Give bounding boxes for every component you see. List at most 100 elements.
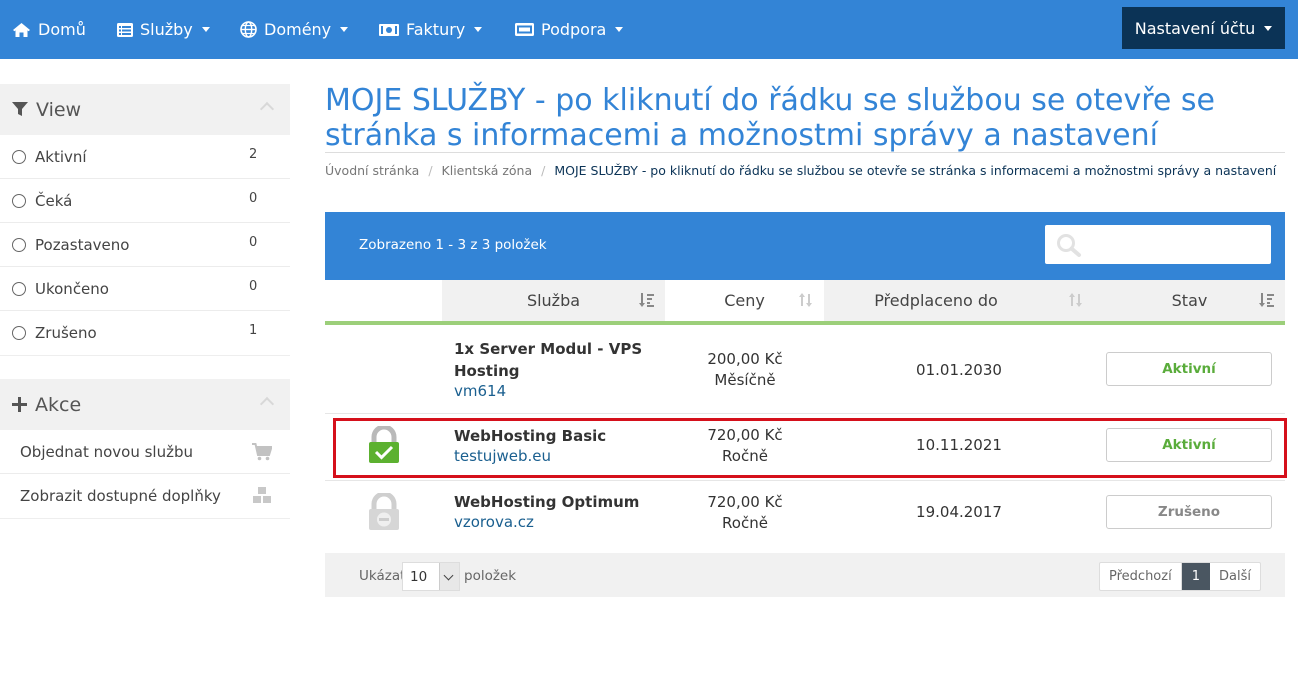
breadcrumb-current: MOJE SLUŽBY - po kliknutí do řádku se sl… (554, 163, 1277, 178)
filter-icon (12, 102, 28, 116)
list-icon (117, 22, 133, 37)
actions-panel: Akce Objednat novou službu Zobrazit dost… (0, 379, 290, 519)
view-panel-title: View (36, 98, 82, 121)
paid-until-date: 19.04.2017 (916, 503, 1002, 521)
show-label: Ukázat (359, 568, 406, 584)
prev-page-button[interactable]: Předchozí (1100, 563, 1182, 590)
column-header-price[interactable]: Ceny (665, 280, 824, 325)
nav-domains-label: Domény (264, 20, 332, 39)
chevron-down-icon (615, 27, 624, 32)
chevron-down-icon (474, 27, 483, 32)
sort-desc-icon (1259, 293, 1274, 307)
actions-panel-header[interactable]: Akce (0, 379, 290, 430)
chevron-down-icon (201, 27, 210, 32)
table-toolbar: Zobrazeno 1 - 3 z 3 položek (325, 212, 1285, 280)
column-header-paid-until[interactable]: Předplaceno do (824, 280, 1094, 325)
chevron-down-icon[interactable] (439, 563, 459, 590)
radio-button[interactable] (12, 193, 26, 208)
filter-label: Pozastaveno (35, 235, 130, 254)
next-page-button[interactable]: Další (1210, 563, 1260, 590)
table-row[interactable]: WebHosting Optimum vzorova.cz 720,00 Kč … (325, 481, 1285, 553)
lock-cancelled-icon (369, 493, 399, 530)
action-label: Zobrazit dostupné doplňky (20, 487, 221, 505)
filter-count: 0 (249, 279, 258, 294)
cubes-icon (253, 487, 271, 503)
filter-active[interactable]: Aktivní 2 (0, 135, 290, 179)
nav-support-label: Podpora (541, 20, 607, 39)
status-badge[interactable]: Zrušeno (1106, 495, 1272, 529)
radio-button[interactable] (12, 149, 26, 164)
top-navbar: Domů Služby Domény Faktury Podpora Nasta… (0, 0, 1298, 59)
billing-cycle: Ročně (722, 514, 768, 532)
nav-support[interactable]: Podpora (515, 0, 624, 59)
pagination: Předchozí 1 Další (1099, 562, 1261, 591)
sort-icon (1069, 293, 1082, 307)
column-header-label: Předplaceno do (874, 291, 998, 310)
price-amount: 200,00 Kč (707, 350, 783, 368)
service-domain[interactable]: vm614 (454, 382, 506, 400)
chevron-up-icon[interactable] (259, 101, 275, 117)
column-header-service[interactable]: Služba (442, 280, 665, 325)
nav-home[interactable]: Domů (12, 0, 86, 59)
items-label: položek (464, 568, 517, 584)
chevron-down-icon (1264, 25, 1273, 31)
view-panel: View Aktivní 2 Čeká 0 Pozastaveno 0 Ukon… (0, 84, 290, 356)
nav-invoices[interactable]: Faktury (379, 0, 483, 59)
paid-until-date: 01.01.2030 (916, 361, 1002, 379)
column-header-label: Ceny (724, 291, 765, 310)
radio-button[interactable] (12, 281, 26, 296)
sort-icon (799, 293, 812, 307)
breadcrumb-home[interactable]: Úvodní stránka (325, 163, 419, 178)
radio-button[interactable] (12, 237, 26, 252)
nav-services-label: Služby (140, 20, 193, 39)
table-header-icon-column (325, 280, 442, 325)
divider (325, 152, 1285, 153)
column-header-label: Stav (1171, 291, 1208, 310)
chevron-up-icon[interactable] (259, 396, 275, 412)
service-domain[interactable]: vzorova.cz (454, 513, 534, 531)
filter-count: 1 (249, 323, 258, 338)
chevron-down-icon (340, 27, 349, 32)
price-amount: 720,00 Kč (707, 493, 783, 511)
radio-button[interactable] (12, 326, 26, 340)
view-panel-header[interactable]: View (0, 84, 290, 135)
page-1-button[interactable]: 1 (1181, 563, 1210, 590)
service-name: 1x Server Modul - VPS Hosting (454, 338, 642, 382)
filter-pending[interactable]: Čeká 0 (0, 179, 290, 223)
filter-label: Čeká (35, 191, 73, 210)
status-badge[interactable]: Aktivní (1106, 352, 1272, 386)
support-icon (515, 23, 534, 36)
breadcrumb-client-zone[interactable]: Klientská zóna (442, 163, 533, 178)
table-footer: Ukázat 10 položek Předchozí 1 Další (325, 553, 1285, 597)
column-header-status[interactable]: Stav (1094, 280, 1285, 325)
globe-icon (240, 21, 257, 38)
nav-services[interactable]: Služby (117, 0, 210, 59)
service-name: WebHosting Optimum (454, 493, 640, 511)
action-label: Objednat novou službu (20, 442, 193, 461)
filter-label: Ukončeno (35, 279, 109, 298)
service-name-line: 1x Server Modul - VPS (454, 340, 643, 358)
nav-home-label: Domů (38, 20, 86, 39)
service-price: 720,00 Kč Ročně (665, 492, 825, 534)
breadcrumb: Úvodní stránka / Klientská zóna / MOJE SLUŽB… (325, 163, 1277, 178)
page-title: MOJE SLUŽBY - po kliknutí do řádku se sl… (325, 83, 1215, 153)
filter-suspended[interactable]: Pozastaveno 0 (0, 223, 290, 267)
view-addons-link[interactable]: Zobrazit dostupné doplňky (0, 474, 290, 518)
records-count-text: Zobrazeno 1 - 3 z 3 položek (359, 237, 547, 253)
table-row[interactable]: 1x Server Modul - VPS Hosting vm614 200,… (325, 325, 1285, 414)
filter-terminated[interactable]: Ukončeno 0 (0, 267, 290, 311)
order-new-service-link[interactable]: Objednat novou službu (0, 430, 290, 474)
search-icon (1057, 234, 1081, 257)
money-icon (379, 23, 399, 36)
plus-icon (12, 397, 27, 412)
filter-count: 0 (249, 191, 258, 206)
column-header-label: Služba (526, 291, 581, 310)
table-search-input[interactable] (1045, 225, 1271, 264)
sort-desc-icon (639, 293, 654, 307)
actions-panel-title: Akce (35, 393, 82, 416)
per-page-select[interactable]: 10 (402, 562, 460, 591)
account-settings-button[interactable]: Nastavení účtu (1122, 7, 1285, 49)
filter-count: 0 (249, 235, 258, 250)
filter-cancelled[interactable]: Zrušeno 1 (0, 311, 290, 355)
nav-domains[interactable]: Domény (240, 0, 349, 59)
